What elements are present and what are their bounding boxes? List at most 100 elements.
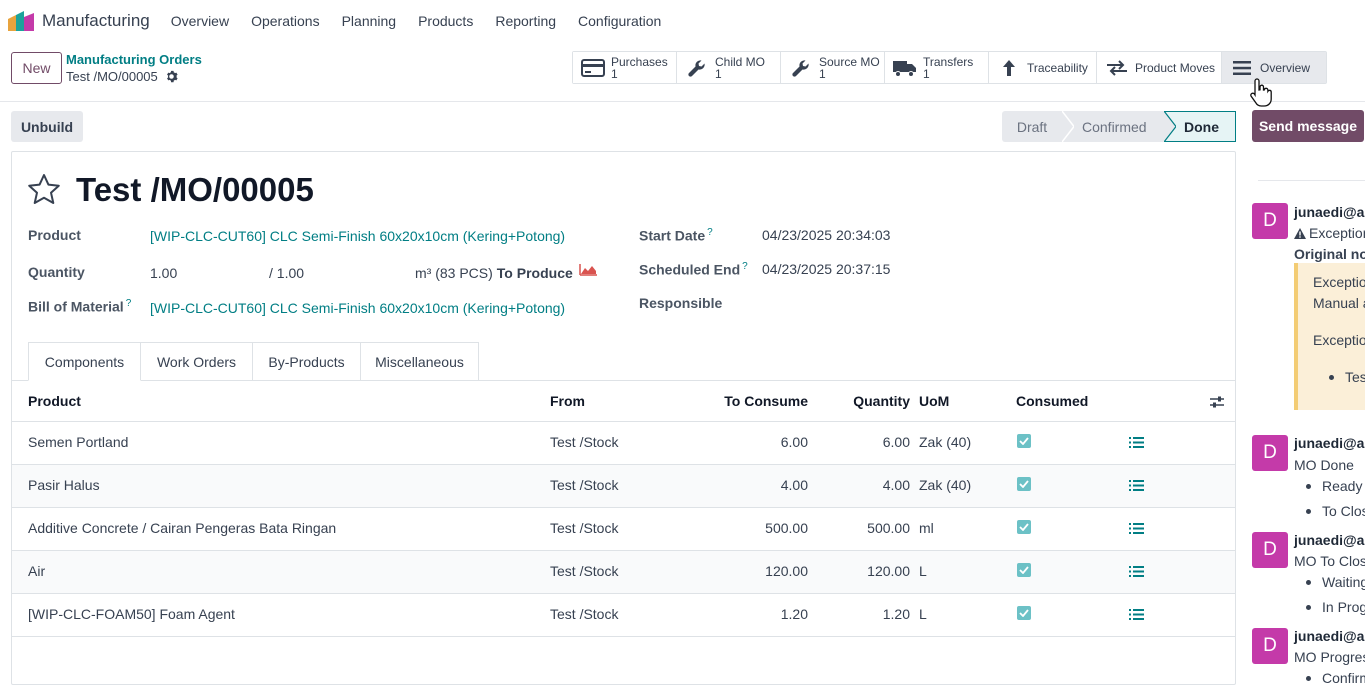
detailed-operations-list-icon[interactable]	[1129, 522, 1144, 535]
start-date-field[interactable]: 04/23/2025 20:34:03	[762, 227, 890, 243]
credit-card-icon	[581, 58, 605, 78]
detailed-operations-list-icon[interactable]	[1129, 436, 1144, 449]
row-quantity[interactable]: 500.00	[822, 520, 910, 536]
menu-configuration[interactable]: Configuration	[567, 13, 672, 29]
menu-reporting[interactable]: Reporting	[484, 13, 567, 29]
menu-overview[interactable]: Overview	[160, 13, 240, 29]
breadcrumb-parent[interactable]: Manufacturing Orders	[66, 52, 202, 67]
row-quantity[interactable]: 1.20	[822, 606, 910, 622]
star-icon[interactable]	[27, 173, 61, 207]
exception-box-line: Manual a	[1313, 295, 1365, 311]
row-to-consume: 6.00	[780, 434, 808, 450]
product-moves-smart-button[interactable]: Product Moves	[1097, 52, 1222, 83]
check-icon	[1019, 480, 1029, 488]
table-row[interactable]: Additive Concrete / Cairan Pengeras Bata…	[12, 508, 1235, 551]
table-row[interactable]: Pasir Halus Test /Stock 4.00 4.00 Zak (4…	[12, 465, 1235, 508]
scheduled-end-help[interactable]: ?	[742, 261, 748, 272]
stage-confirmed[interactable]: Confirmed	[1062, 111, 1176, 142]
detailed-operations-list-icon[interactable]	[1129, 479, 1144, 492]
product-field[interactable]: [WIP-CLC-CUT60] CLC Semi-Finish 60x20x10…	[150, 228, 565, 244]
row-quantity[interactable]: 120.00	[822, 563, 910, 579]
purchases-smart-button[interactable]: Purchases 1	[573, 52, 677, 83]
gear-icon[interactable]	[165, 70, 178, 83]
message-author[interactable]: junaedi@ap	[1294, 435, 1365, 451]
col-uom[interactable]: UoM	[919, 393, 949, 409]
top-navbar: Manufacturing Overview Operations Planni…	[0, 0, 1365, 42]
bullet	[1306, 605, 1311, 610]
new-button[interactable]: New	[11, 52, 62, 84]
row-to-consume: 1.20	[780, 606, 808, 622]
send-message-button[interactable]: Send message	[1252, 110, 1364, 142]
avatar[interactable]: D	[1252, 532, 1288, 568]
bom-field[interactable]: [WIP-CLC-CUT60] CLC Semi-Finish 60x20x10…	[150, 300, 565, 316]
col-product[interactable]: Product	[28, 393, 81, 409]
source-mo-smart-button[interactable]: Source MO 1	[781, 52, 885, 83]
col-quantity[interactable]: Quantity	[822, 393, 910, 409]
consumed-checkbox[interactable]	[1017, 434, 1031, 448]
table-row[interactable]: Air Test /Stock 120.00 120.00 L	[12, 551, 1235, 594]
exception-box-link[interactable]: Tes	[1345, 369, 1365, 385]
transfers-count: 1	[923, 66, 930, 81]
row-quantity[interactable]: 6.00	[822, 434, 910, 450]
quantity-field[interactable]: 1.00	[150, 265, 177, 281]
table-row[interactable]: Semen Portland Test /Stock 6.00 6.00 Zak…	[12, 422, 1235, 465]
col-consumed[interactable]: Consumed	[1016, 393, 1088, 409]
message-bullet: Waiting	[1322, 574, 1365, 590]
transfers-smart-button[interactable]: Transfers 1	[885, 52, 989, 83]
consumed-checkbox[interactable]	[1017, 477, 1031, 491]
tab-work-orders[interactable]: Work Orders	[140, 342, 253, 381]
quantity-produced: / 1.00	[269, 265, 305, 281]
stage-draft-label: Draft	[1016, 118, 1048, 135]
purchases-label: Purchases	[611, 54, 668, 69]
consumed-checkbox[interactable]	[1017, 606, 1031, 620]
avatar[interactable]: D	[1252, 435, 1288, 471]
tab-components[interactable]: Components	[28, 342, 141, 381]
stage-separator-icon	[1062, 111, 1074, 142]
area-chart-icon[interactable]	[579, 263, 597, 276]
bom-help[interactable]: ?	[126, 298, 132, 309]
scheduled-end-field[interactable]: 04/23/2025 20:37:15	[762, 261, 890, 277]
breadcrumb-current: Test /MO/00005	[66, 69, 178, 84]
bars-icon	[1230, 58, 1254, 78]
consumed-checkbox[interactable]	[1017, 563, 1031, 577]
bullet	[1306, 509, 1311, 514]
table-row[interactable]: [WIP-CLC-FOAM50] Foam Agent Test /Stock …	[12, 594, 1235, 637]
stage-confirmed-label: Confirmed	[1082, 118, 1147, 135]
unbuild-button[interactable]: Unbuild	[11, 111, 83, 142]
consumed-checkbox[interactable]	[1017, 520, 1031, 534]
col-to-consume[interactable]: To Consume	[712, 393, 808, 409]
truck-icon	[893, 58, 917, 78]
message-author[interactable]: junaedi@ap	[1294, 532, 1365, 548]
detailed-operations-list-icon[interactable]	[1129, 608, 1144, 621]
stage-draft[interactable]: Draft	[1002, 111, 1074, 142]
to-produce-label: To Produce	[496, 265, 573, 281]
source-mo-label: Source MO	[819, 54, 880, 69]
bom-label: Bill of Material?	[28, 298, 131, 315]
tab-miscellaneous[interactable]: Miscellaneous	[360, 342, 479, 381]
detailed-operations-list-icon[interactable]	[1129, 565, 1144, 578]
wrench-icon	[789, 58, 813, 78]
message-body: MO To Clos	[1294, 553, 1365, 569]
menu-planning[interactable]: Planning	[331, 13, 408, 29]
menu-operations[interactable]: Operations	[240, 13, 330, 29]
tab-by-products[interactable]: By-Products	[252, 342, 361, 381]
row-quantity[interactable]: 4.00	[822, 477, 910, 493]
message-bullet: Confirm	[1322, 670, 1365, 686]
row-uom: ml	[919, 520, 934, 536]
child-mo-smart-button[interactable]: Child MO 1	[677, 52, 781, 83]
overview-smart-button[interactable]: Overview	[1222, 52, 1326, 83]
product-label: Product	[28, 227, 81, 243]
app-brand[interactable]: Manufacturing	[8, 11, 150, 31]
row-to-consume: 500.00	[765, 520, 808, 536]
menu-products[interactable]: Products	[407, 13, 484, 29]
optional-columns-icon[interactable]	[1209, 395, 1225, 409]
manufacturing-app-icon	[8, 11, 34, 31]
avatar[interactable]: D	[1252, 628, 1288, 664]
message-author[interactable]: junaedi@ap	[1294, 204, 1365, 220]
traceability-smart-button[interactable]: Traceability	[989, 52, 1097, 83]
message-author[interactable]: junaedi@ap	[1294, 628, 1365, 644]
traceability-label: Traceability	[1027, 60, 1088, 75]
avatar[interactable]: D	[1252, 203, 1288, 239]
col-from[interactable]: From	[550, 393, 585, 409]
start-date-help[interactable]: ?	[707, 227, 713, 238]
